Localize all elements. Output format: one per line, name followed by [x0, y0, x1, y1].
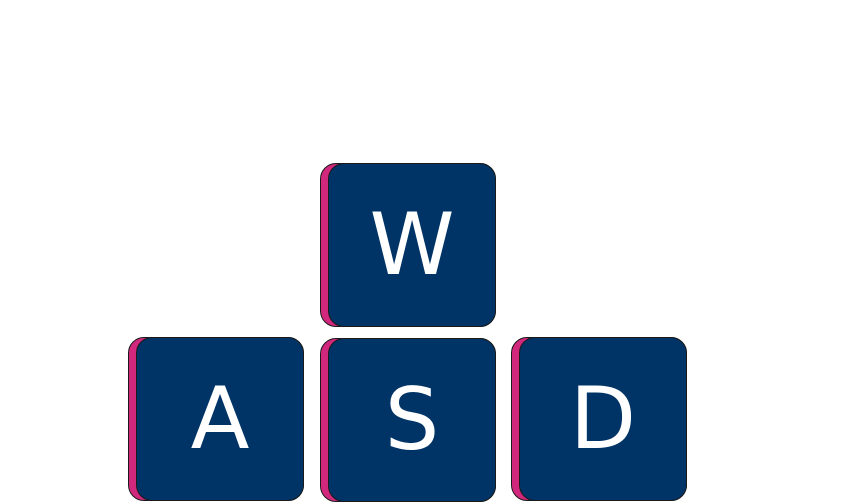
d-key-face: D [519, 337, 687, 501]
w-key-label: W [369, 195, 455, 295]
s-key-label: S [384, 370, 440, 470]
d-key: D [511, 337, 687, 501]
a-key-face: A [136, 337, 304, 501]
w-key: W [320, 163, 496, 327]
d-key-label: D [569, 369, 637, 469]
s-key: S [320, 338, 496, 502]
s-key-face: S [328, 338, 496, 502]
a-key-label: A [190, 369, 250, 469]
w-key-face: W [328, 163, 496, 327]
a-key: A [128, 337, 304, 501]
